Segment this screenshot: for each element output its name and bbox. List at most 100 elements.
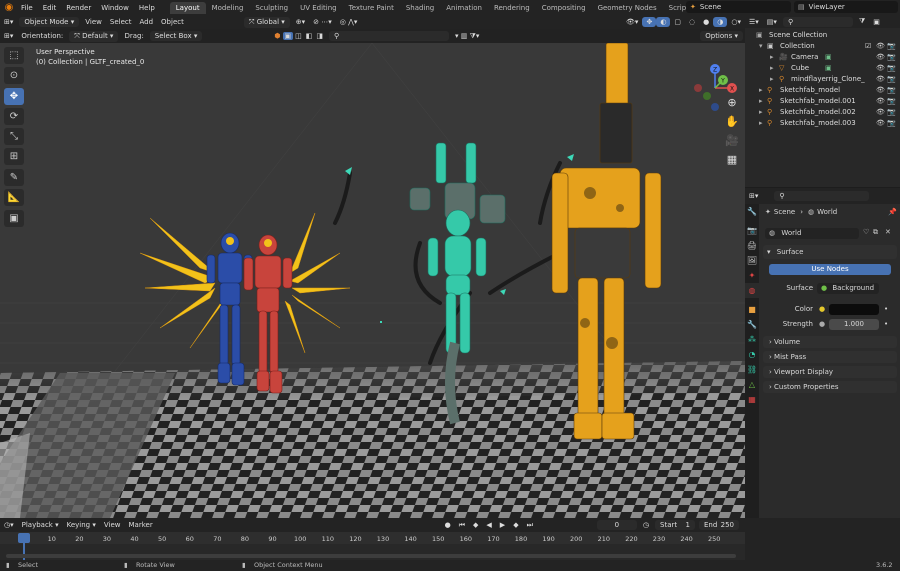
camera-icon[interactable]: 📷: [887, 85, 896, 96]
modifier-tab-icon[interactable]: 🔧: [745, 317, 759, 332]
chevron-right-icon[interactable]: ▸: [759, 85, 763, 96]
eye-icon[interactable]: 👁: [876, 85, 885, 96]
options-dropdown[interactable]: Options ▾: [700, 31, 743, 41]
camera-icon[interactable]: 📷: [887, 63, 896, 74]
tab-geometry-nodes[interactable]: Geometry Nodes: [592, 2, 663, 14]
mode-dropdown[interactable]: Object Mode ▾: [19, 17, 80, 27]
strength-keyframe-icon[interactable]: •: [884, 320, 888, 328]
play-reverse-icon[interactable]: ◀: [482, 520, 495, 530]
outliner-search-input[interactable]: ⚲: [782, 16, 853, 27]
xray-icon[interactable]: ▢: [670, 17, 685, 27]
view-layer-tab-icon[interactable]: 🖼: [745, 253, 759, 268]
object-tab-icon[interactable]: ■: [745, 302, 759, 317]
properties-search-input[interactable]: ⚲: [774, 191, 870, 201]
pin-icon[interactable]: 📌: [888, 208, 897, 216]
outliner-display-mode-icon[interactable]: ▤▾: [763, 17, 781, 27]
menu-render[interactable]: Render: [66, 4, 91, 12]
view-layer-selector[interactable]: ▤ ViewLayer: [794, 1, 898, 13]
eye-icon[interactable]: 👁: [876, 107, 885, 118]
texture-tab-icon[interactable]: ▦: [745, 392, 759, 407]
menu-window[interactable]: Window: [101, 4, 129, 12]
output-tab-icon[interactable]: 🖨: [745, 238, 759, 253]
outliner-row-cube[interactable]: ▸ ▽ Cube ▣ 👁 📷: [745, 63, 900, 74]
tab-layout[interactable]: Layout: [169, 1, 206, 14]
outliner-row-sketchfab-model-001[interactable]: ▸ ⚲ Sketchfab_model.001 👁 📷: [745, 96, 900, 107]
cursor-tool-icon[interactable]: ⊙: [4, 67, 24, 84]
pivot-icon[interactable]: ⊕▾: [292, 17, 309, 27]
marker-menu[interactable]: Marker: [125, 520, 157, 530]
add-menu[interactable]: Add: [135, 17, 157, 27]
checkbox-icon[interactable]: ☑: [865, 41, 871, 52]
camera-icon[interactable]: 📷: [887, 52, 896, 63]
tool-settings-icon[interactable]: ⊞▾: [0, 31, 17, 41]
drag-dropdown[interactable]: Select Box ▾: [149, 31, 203, 41]
select-intersect-icon[interactable]: ◨: [314, 32, 325, 40]
keying-menu[interactable]: Keying ▾: [63, 520, 100, 530]
chevron-right-icon[interactable]: ▸: [759, 118, 763, 129]
chevron-right-icon[interactable]: ▸: [759, 107, 763, 118]
data-tab-icon[interactable]: △: [745, 377, 759, 392]
measure-tool-icon[interactable]: 📐: [4, 189, 24, 206]
outliner-row-collection[interactable]: ▾ ▣ Collection ☑ 👁 📷: [745, 41, 900, 52]
render-tab-icon[interactable]: 📷: [745, 223, 759, 238]
chevron-right-icon[interactable]: ▸: [770, 63, 774, 74]
tab-modeling[interactable]: Modeling: [206, 2, 250, 14]
constraints-tab-icon[interactable]: ⛓: [745, 362, 759, 377]
camera-icon[interactable]: 📷: [887, 96, 896, 107]
jump-start-icon[interactable]: ⏮: [455, 520, 469, 531]
gizmo-icon[interactable]: ✥: [642, 17, 657, 27]
world-datablock-field[interactable]: ◍ World: [765, 228, 859, 239]
scene-selector[interactable]: ✦ Scene: [686, 1, 791, 13]
chevron-right-icon[interactable]: ▸: [770, 52, 774, 63]
chevron-down-icon[interactable]: ▾: [759, 41, 763, 52]
volume-panel-header[interactable]: › Volume: [763, 336, 897, 348]
prev-keyframe-icon[interactable]: ◆: [469, 520, 482, 530]
3d-viewport[interactable]: User Perspective (0) Collection | GLTF_c…: [0, 43, 745, 518]
rotate-tool-icon[interactable]: ⟳: [4, 108, 24, 125]
scale-tool-icon[interactable]: ⤡: [4, 128, 24, 145]
menu-help[interactable]: Help: [139, 4, 155, 12]
camera-icon[interactable]: 📷: [887, 118, 896, 129]
tool-tab-icon[interactable]: 🔧: [745, 204, 759, 219]
tab-uv-editing[interactable]: UV Editing: [294, 2, 343, 14]
surface-shader-field[interactable]: ● Background: [817, 283, 879, 294]
select-invert-icon[interactable]: ◧: [304, 32, 315, 40]
eye-icon[interactable]: 👁: [876, 118, 885, 129]
blender-logo-icon[interactable]: ◉: [2, 1, 16, 15]
tab-animation[interactable]: Animation: [440, 2, 488, 14]
object-menu[interactable]: Object: [157, 17, 188, 27]
eye-icon[interactable]: 👁: [876, 74, 885, 85]
new-collection-icon[interactable]: ▣: [869, 17, 884, 27]
unlink-icon[interactable]: ✕: [885, 228, 891, 236]
shading-rendered-icon[interactable]: ○▾: [727, 17, 745, 27]
chevron-right-icon[interactable]: ▸: [770, 74, 774, 85]
duplicate-icon[interactable]: ⧉: [873, 228, 878, 237]
timeline-editor-icon[interactable]: ◷▾: [0, 520, 18, 530]
camera-icon[interactable]: 📷: [887, 107, 896, 118]
visibility-icon[interactable]: 👁▾: [622, 17, 642, 27]
playhead[interactable]: [18, 533, 30, 543]
end-frame-field[interactable]: End 250: [699, 520, 739, 530]
next-keyframe-icon[interactable]: ◆: [509, 520, 522, 530]
outliner-row-mindflayer[interactable]: ▸ ⚲ mindflayerrig_Clone_ 👁 📷: [745, 74, 900, 85]
move-tool-icon[interactable]: ✥: [4, 88, 24, 105]
snap-icon[interactable]: ⊘ ⋯▾: [309, 17, 336, 27]
properties-editor-icon[interactable]: ⊞▾: [745, 191, 762, 201]
eye-icon[interactable]: 👁: [876, 41, 885, 52]
world-tab-icon[interactable]: ◍: [745, 283, 759, 298]
shading-solid-icon[interactable]: ●: [699, 17, 713, 27]
outliner-row-sketchfab-model-003[interactable]: ▸ ⚲ Sketchfab_model.003 👁 📷: [745, 118, 900, 129]
eye-icon[interactable]: 👁: [876, 96, 885, 107]
timeline-area[interactable]: 0102030405060708090100110120130140150160…: [0, 532, 745, 560]
strength-field[interactable]: 1.000: [829, 319, 879, 330]
timeline-view-menu[interactable]: View: [100, 520, 125, 530]
zoom-icon[interactable]: ⊕: [724, 93, 740, 112]
playback-menu[interactable]: Playback ▾: [18, 520, 63, 530]
select-menu[interactable]: Select: [106, 17, 136, 27]
pan-hand-icon[interactable]: ✋: [724, 112, 740, 131]
menu-file[interactable]: File: [21, 4, 33, 12]
viewport-search-input[interactable]: ⚲: [329, 31, 450, 41]
color-socket-icon[interactable]: ●: [819, 305, 825, 313]
chevron-right-icon[interactable]: ▸: [759, 96, 763, 107]
proportional-edit-icon[interactable]: ◎ ⋀▾: [336, 17, 362, 27]
